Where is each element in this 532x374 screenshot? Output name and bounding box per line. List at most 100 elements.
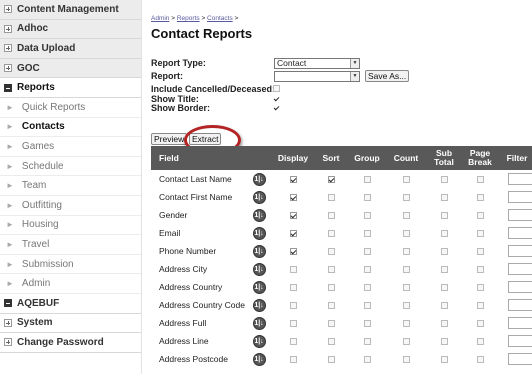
filter-input[interactable]	[508, 227, 532, 239]
expand-icon[interactable]	[4, 44, 12, 53]
group-checkbox[interactable]	[363, 229, 371, 237]
sort-checkbox[interactable]	[327, 211, 335, 219]
sort-order-icon[interactable]: 1|↓	[252, 298, 266, 312]
group-checkbox[interactable]	[363, 175, 371, 183]
report-select[interactable]: ▼	[274, 71, 360, 82]
report-type-select[interactable]: Contact ▼	[274, 58, 360, 69]
sort-checkbox[interactable]	[327, 265, 335, 273]
page-break-checkbox[interactable]	[476, 301, 484, 309]
sort-checkbox[interactable]	[327, 175, 335, 183]
breadcrumb-reports[interactable]: Reports	[177, 15, 200, 22]
sort-order-icon[interactable]: 1|↓	[252, 244, 266, 258]
nav-sub-housing[interactable]: ► Housing	[0, 215, 141, 236]
nav-sub-schedule[interactable]: ► Schedule	[0, 156, 141, 177]
count-checkbox[interactable]	[402, 301, 410, 309]
sort-order-icon[interactable]: 1|↓	[252, 352, 266, 366]
expand-icon[interactable]	[4, 64, 12, 73]
page-break-checkbox[interactable]	[476, 337, 484, 345]
sort-order-icon[interactable]: 1|↓	[252, 334, 266, 348]
count-checkbox[interactable]	[402, 337, 410, 345]
page-break-checkbox[interactable]	[476, 175, 484, 183]
collapse-icon[interactable]	[4, 83, 12, 92]
display-checkbox[interactable]	[289, 211, 297, 219]
group-checkbox[interactable]	[363, 301, 371, 309]
nav-sub-quick-reports[interactable]: ► Quick Reports	[0, 97, 141, 118]
nav-sub-outfitting[interactable]: ► Outfitting	[0, 195, 141, 216]
filter-input[interactable]	[508, 353, 532, 365]
sort-checkbox[interactable]	[327, 319, 335, 327]
display-checkbox[interactable]	[289, 283, 297, 291]
page-break-checkbox[interactable]	[476, 319, 484, 327]
filter-input[interactable]	[508, 263, 532, 275]
collapse-icon[interactable]	[4, 299, 12, 308]
count-checkbox[interactable]	[402, 247, 410, 255]
nav-sub-admin[interactable]: ► Admin	[0, 274, 141, 294]
filter-input[interactable]	[508, 191, 532, 203]
page-break-checkbox[interactable]	[476, 193, 484, 201]
filter-input[interactable]	[508, 245, 532, 257]
group-checkbox[interactable]	[363, 337, 371, 345]
sub-total-checkbox[interactable]	[440, 193, 448, 201]
filter-input[interactable]	[508, 335, 532, 347]
sort-checkbox[interactable]	[327, 193, 335, 201]
nav-sub-team[interactable]: ► Team	[0, 176, 141, 196]
expand-icon[interactable]	[4, 5, 12, 14]
display-checkbox[interactable]	[289, 301, 297, 309]
display-checkbox[interactable]	[289, 319, 297, 327]
nav-sub-games[interactable]: ► Games	[0, 137, 141, 157]
count-checkbox[interactable]	[402, 211, 410, 219]
nav-system[interactable]: System	[0, 313, 141, 334]
sub-total-checkbox[interactable]	[440, 337, 448, 345]
count-checkbox[interactable]	[402, 319, 410, 327]
sort-checkbox[interactable]	[327, 355, 335, 363]
group-checkbox[interactable]	[363, 247, 371, 255]
group-checkbox[interactable]	[363, 265, 371, 273]
filter-input[interactable]	[508, 173, 532, 185]
sort-order-icon[interactable]: 1|↓	[252, 280, 266, 294]
sort-checkbox[interactable]	[327, 283, 335, 291]
include-cancelled-checkbox[interactable]	[273, 85, 280, 92]
nav-aqebuf[interactable]: AQEBUF	[0, 293, 141, 314]
save-as-button[interactable]: Save As...	[365, 70, 410, 82]
display-checkbox[interactable]	[289, 247, 297, 255]
nav-change-password[interactable]: Change Password	[0, 333, 141, 353]
display-checkbox[interactable]	[289, 337, 297, 345]
filter-input[interactable]	[508, 317, 532, 329]
page-break-checkbox[interactable]	[476, 211, 484, 219]
nav-reports[interactable]: Reports	[0, 78, 141, 98]
show-title-checkbox[interactable]	[273, 95, 280, 102]
count-checkbox[interactable]	[402, 265, 410, 273]
nav-data-upload[interactable]: Data Upload	[0, 39, 141, 59]
count-checkbox[interactable]	[402, 193, 410, 201]
expand-icon[interactable]	[4, 338, 12, 347]
filter-input[interactable]	[508, 299, 532, 311]
sort-order-icon[interactable]: 1|↓	[252, 172, 266, 186]
expand-icon[interactable]	[4, 24, 12, 33]
filter-input[interactable]	[508, 281, 532, 293]
sort-order-icon[interactable]: 1|↓	[252, 208, 266, 222]
sort-checkbox[interactable]	[327, 301, 335, 309]
page-break-checkbox[interactable]	[476, 265, 484, 273]
group-checkbox[interactable]	[363, 193, 371, 201]
nav-adhoc[interactable]: Adhoc	[0, 19, 141, 40]
group-checkbox[interactable]	[363, 319, 371, 327]
extract-button[interactable]: Extract	[189, 133, 222, 145]
sub-total-checkbox[interactable]	[440, 301, 448, 309]
display-checkbox[interactable]	[289, 175, 297, 183]
nav-content-management[interactable]: Content Management	[0, 0, 141, 20]
group-checkbox[interactable]	[363, 211, 371, 219]
display-checkbox[interactable]	[289, 355, 297, 363]
sub-total-checkbox[interactable]	[440, 247, 448, 255]
page-break-checkbox[interactable]	[476, 283, 484, 291]
count-checkbox[interactable]	[402, 283, 410, 291]
sub-total-checkbox[interactable]	[440, 265, 448, 273]
sort-order-icon[interactable]: 1|↓	[252, 190, 266, 204]
sub-total-checkbox[interactable]	[440, 319, 448, 327]
display-checkbox[interactable]	[289, 193, 297, 201]
filter-input[interactable]	[508, 209, 532, 221]
nav-goc[interactable]: GOC	[0, 58, 141, 79]
group-checkbox[interactable]	[363, 355, 371, 363]
sub-total-checkbox[interactable]	[440, 355, 448, 363]
display-checkbox[interactable]	[289, 229, 297, 237]
sub-total-checkbox[interactable]	[440, 175, 448, 183]
